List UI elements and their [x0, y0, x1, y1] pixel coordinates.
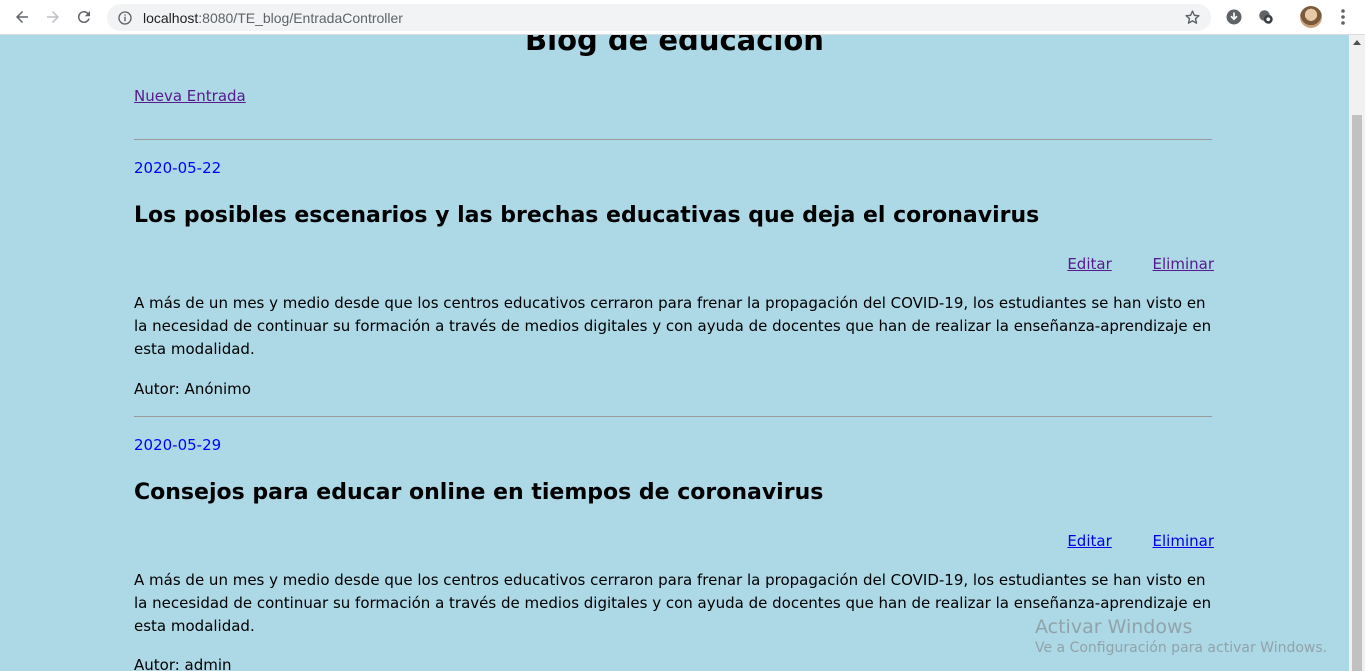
- watermark-subtitle: Ve a Configuración para activar Windows.: [1035, 640, 1328, 656]
- scroll-thumb[interactable]: [1352, 115, 1362, 671]
- divider: [134, 416, 1212, 417]
- scroll-up-arrow-icon[interactable]: [1353, 40, 1361, 45]
- edit-link[interactable]: Editar: [1067, 255, 1111, 273]
- vertical-scrollbar[interactable]: [1349, 35, 1365, 671]
- browser-toolbar: localhost:8080/TE_blog/EntradaController: [0, 0, 1365, 35]
- entry-title: Los posibles escenarios y las brechas ed…: [134, 203, 1040, 228]
- page-viewport: Blog de educación Nueva Entrada 2020-05-…: [0, 35, 1349, 671]
- entry-title: Consejos para educar online en tiempos d…: [134, 480, 824, 505]
- extension-icon[interactable]: [1257, 8, 1275, 26]
- url-host: localhost: [143, 9, 199, 26]
- star-icon[interactable]: [1184, 9, 1201, 26]
- info-icon[interactable]: [117, 10, 133, 26]
- edit-link[interactable]: Editar: [1067, 532, 1111, 550]
- forward-arrow-icon[interactable]: [42, 6, 64, 28]
- avatar[interactable]: [1300, 6, 1322, 28]
- url-path: :8080/TE_blog/EntradaController: [198, 9, 403, 26]
- entry-author: Autor: admin: [134, 656, 232, 671]
- entry-body: A más de un mes y medio desde que los ce…: [134, 294, 1212, 358]
- address-bar[interactable]: localhost:8080/TE_blog/EntradaController: [107, 4, 1211, 31]
- url-text[interactable]: localhost:8080/TE_blog/EntradaController: [143, 10, 403, 26]
- entry-author: Autor: Anónimo: [134, 380, 251, 398]
- download-icon[interactable]: [1225, 8, 1243, 26]
- delete-link[interactable]: Eliminar: [1153, 255, 1214, 273]
- back-arrow-icon[interactable]: [11, 6, 33, 28]
- watermark-title: Activar Windows: [1035, 616, 1193, 638]
- entry-date: 2020-05-22: [134, 159, 222, 177]
- delete-link[interactable]: Eliminar: [1153, 532, 1214, 550]
- entry-date: 2020-05-29: [134, 436, 222, 454]
- new-entry-link[interactable]: Nueva Entrada: [134, 87, 246, 105]
- reload-icon[interactable]: [73, 6, 95, 28]
- menu-dots-icon[interactable]: [1336, 8, 1350, 26]
- windows-activation-watermark: Activar Windows Ve a Configuración para …: [1035, 616, 1327, 656]
- divider: [134, 139, 1212, 140]
- page-title: Blog de educación: [525, 35, 824, 57]
